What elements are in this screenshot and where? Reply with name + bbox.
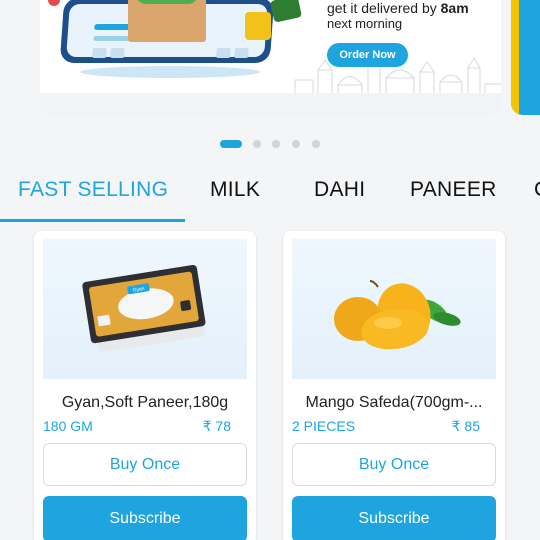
phone-shadow xyxy=(80,66,260,78)
tab-fast-selling[interactable]: FAST SELLING xyxy=(18,178,168,202)
product-price: ₹ 85 xyxy=(451,418,480,434)
carousel-dot[interactable] xyxy=(272,140,280,148)
tab-dahi[interactable]: DAHI xyxy=(314,178,365,202)
carousel-dot-active[interactable] xyxy=(220,140,242,148)
tab-milk[interactable]: MILK xyxy=(210,178,260,202)
active-tab-indicator xyxy=(0,219,185,222)
subscribe-button[interactable]: Subscribe xyxy=(43,496,247,540)
product-price: ₹ 78 xyxy=(202,418,231,434)
promo-banner[interactable]: get it delivered by 8am next morning Ord… xyxy=(40,0,501,115)
banner-subline: next morning xyxy=(327,16,403,31)
product-image[interactable]: Gyan xyxy=(43,239,247,379)
product-quantity: 2 PIECES xyxy=(292,418,356,434)
order-now-button[interactable]: Order Now xyxy=(327,43,408,67)
tomato-illustration xyxy=(48,0,60,6)
promo-carousel[interactable]: get it delivered by 8am next morning Ord… xyxy=(0,0,540,120)
carousel-dot[interactable] xyxy=(312,140,320,148)
product-pack-illustration xyxy=(245,12,271,40)
buy-once-button[interactable]: Buy Once xyxy=(43,443,247,486)
carousel-indicator xyxy=(0,139,540,149)
herb-pack-illustration xyxy=(270,0,302,23)
grocery-bag-illustration xyxy=(128,0,206,42)
mango-image xyxy=(334,280,461,350)
banner-ground xyxy=(40,93,501,115)
paneer-pack-image: Gyan xyxy=(82,264,206,352)
tab-paneer[interactable]: PANEER xyxy=(410,178,497,202)
product-quantity: 180 GM xyxy=(43,418,93,434)
product-card[interactable]: Mango Safeda(700gm-... 2 PIECES ₹ 85 Buy… xyxy=(283,231,505,540)
product-name: Mango Safeda(700gm-... xyxy=(305,394,483,411)
carousel-dot[interactable] xyxy=(253,140,261,148)
banner-headline: get it delivered by 8am xyxy=(327,0,469,16)
subscribe-button[interactable]: Subscribe xyxy=(292,496,496,540)
carousel-dot[interactable] xyxy=(292,140,300,148)
next-promo-banner-peek[interactable] xyxy=(511,0,540,115)
product-name: Gyan,Soft Paneer,180g xyxy=(61,394,229,411)
product-image[interactable] xyxy=(292,239,496,379)
category-tabs: FAST SELLING MILK DAHI PANEER C xyxy=(0,168,540,224)
vegetables-illustration xyxy=(136,0,198,4)
product-card[interactable]: Gyan Gyan,Soft Paneer,180g 180 GM ₹ 78 B… xyxy=(34,231,256,540)
buy-once-button[interactable]: Buy Once xyxy=(292,443,496,486)
tab-next-category[interactable]: C xyxy=(534,178,540,202)
